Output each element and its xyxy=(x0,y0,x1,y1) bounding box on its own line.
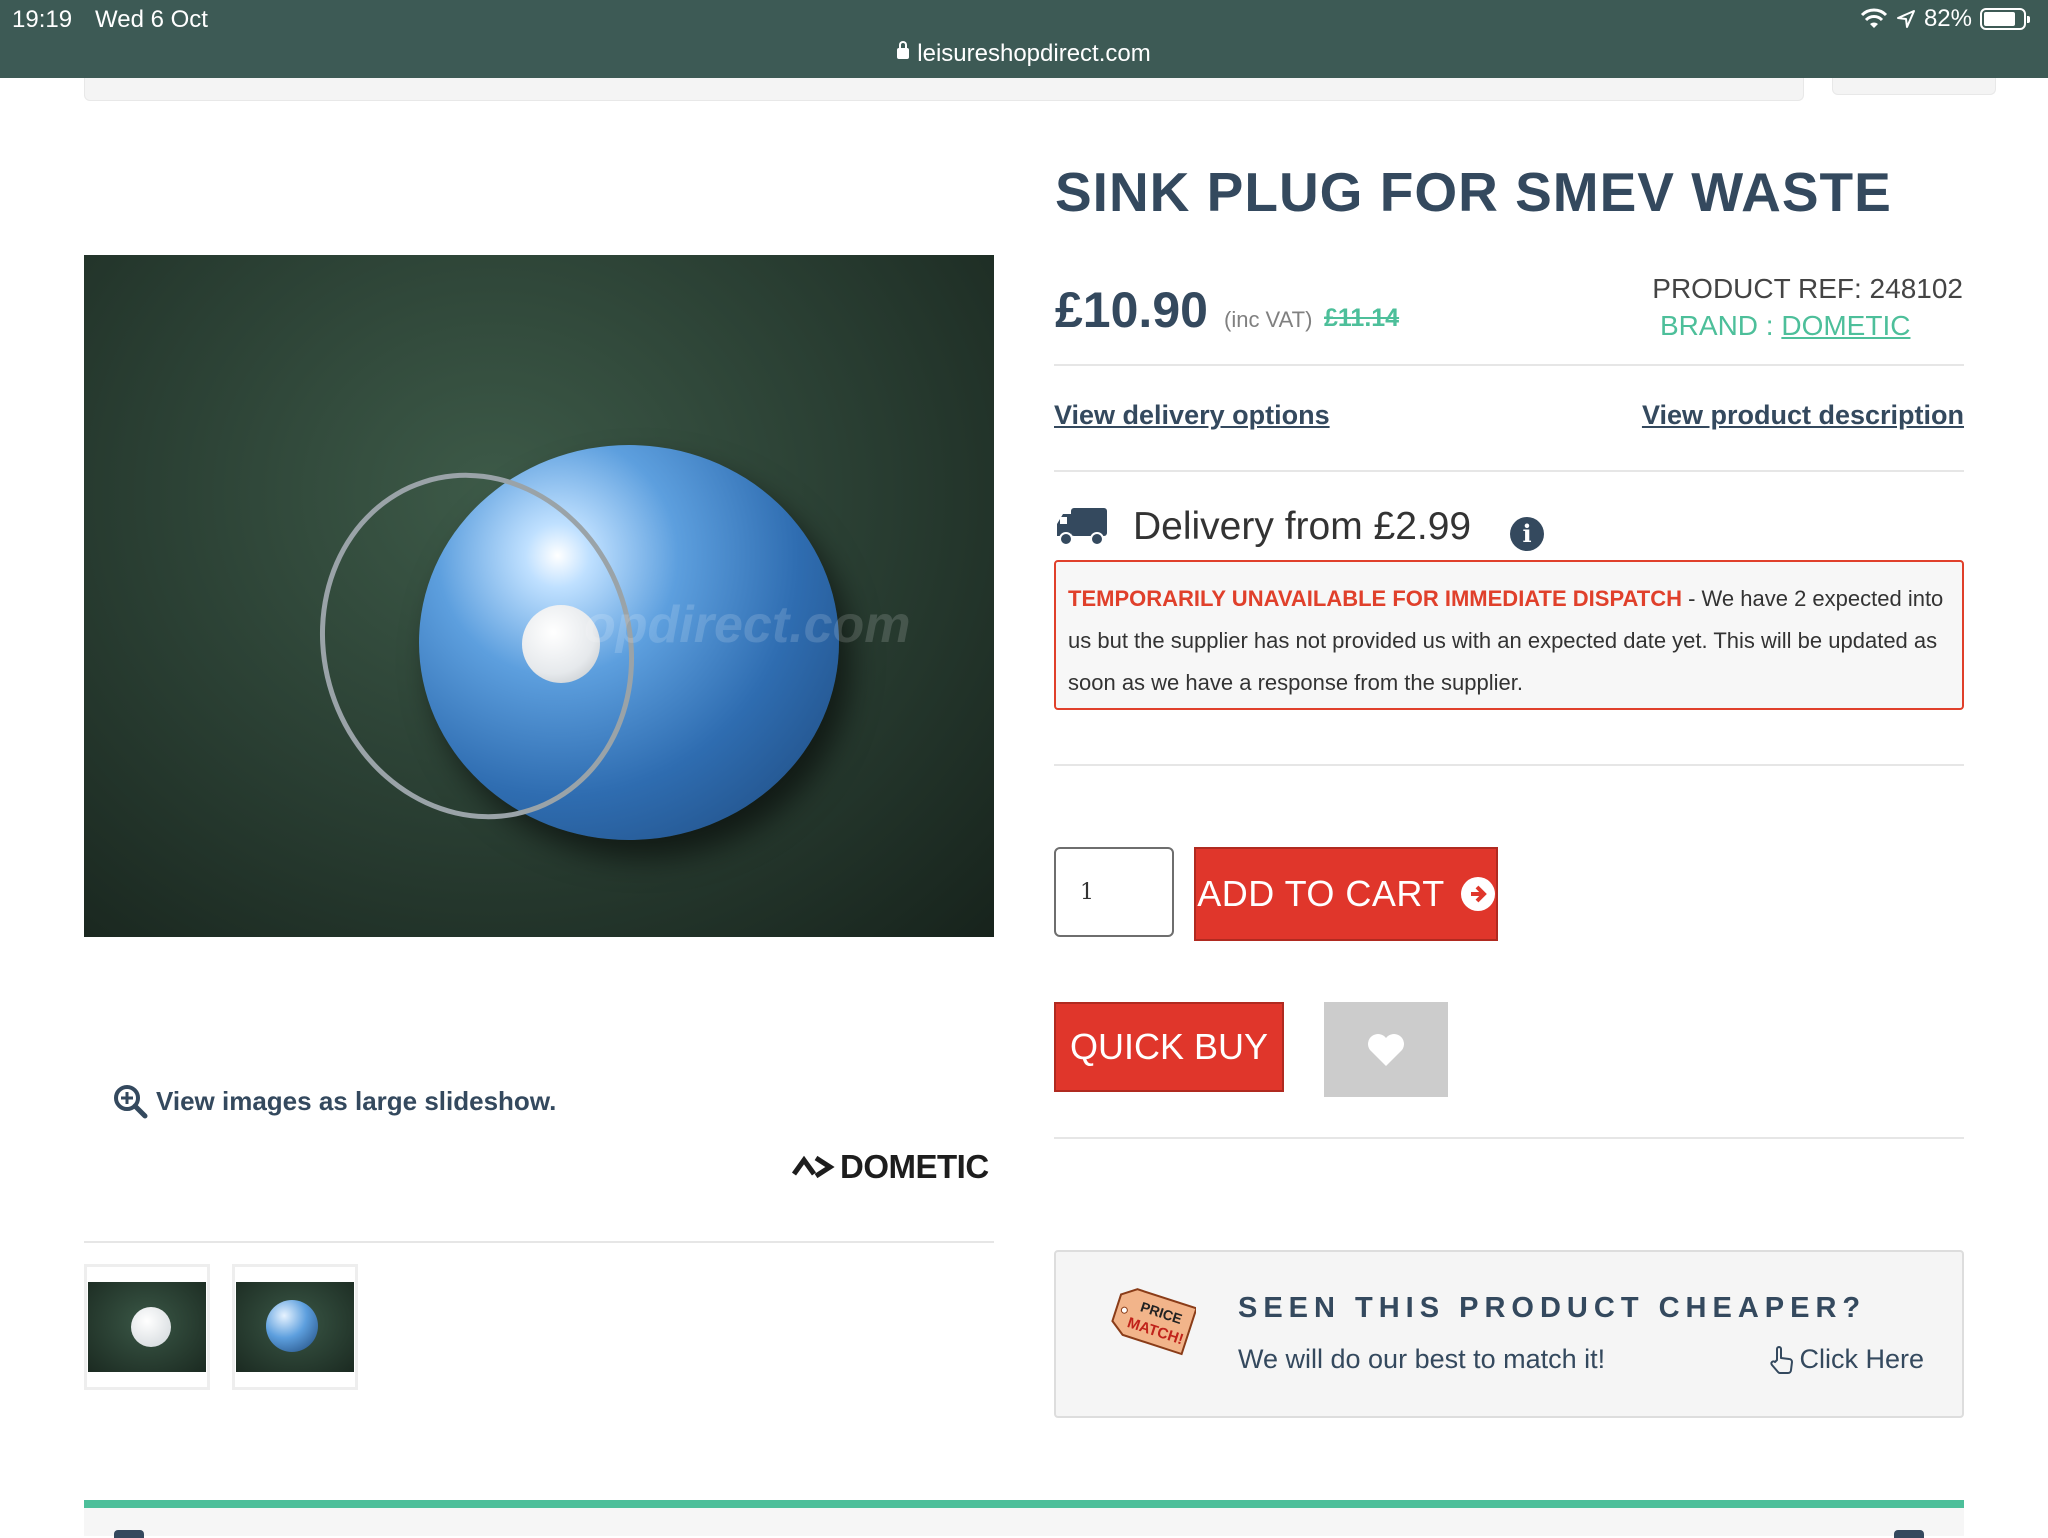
product-title: SINK PLUG FOR SMEV WASTE xyxy=(1055,161,1892,223)
price-match-tag-icon: PRICE MATCH! xyxy=(1111,1288,1196,1356)
bottom-panel-icon-right xyxy=(1894,1530,1924,1538)
wifi-icon xyxy=(1860,8,1888,28)
thumbnail-plug xyxy=(131,1307,171,1347)
delivery-text: Delivery from £2.99 xyxy=(1133,505,1472,548)
add-to-cart-button[interactable]: ADD TO CART xyxy=(1194,847,1498,941)
product-description-link[interactable]: View product description xyxy=(1642,400,1964,431)
status-time: 19:19 xyxy=(12,6,73,33)
arrow-right-circle-icon xyxy=(1460,877,1495,911)
divider xyxy=(1054,764,1964,766)
click-here-text: Click Here xyxy=(1799,1344,1924,1374)
brand-link[interactable]: DOMETIC xyxy=(1781,310,1910,341)
brand-logo[interactable]: DOMETIC xyxy=(792,1148,989,1186)
status-indicators: 82% xyxy=(1860,5,2030,33)
thumbnail-1[interactable] xyxy=(84,1264,210,1390)
delivery-options-link[interactable]: View delivery options xyxy=(1054,400,1330,431)
brand-label: BRAND : xyxy=(1660,310,1782,341)
gallery-divider xyxy=(84,1241,994,1243)
price-match-subtext: We will do our best to match it! xyxy=(1238,1344,1606,1374)
divider xyxy=(1054,364,1964,366)
vat-note: (inc VAT) xyxy=(1224,307,1313,332)
dometic-logo-mark-icon xyxy=(792,1155,835,1179)
address-bar[interactable]: leisureshopdirect.com xyxy=(0,40,2048,68)
quantity-input[interactable] xyxy=(1054,847,1174,937)
thumbnail-plug xyxy=(266,1300,318,1352)
image-watermark: opdirect.com xyxy=(584,596,911,654)
hand-pointer-icon xyxy=(1770,1345,1794,1374)
page-header-remnant xyxy=(84,78,1804,101)
heart-icon xyxy=(1368,1033,1404,1066)
url-text: leisureshopdirect.com xyxy=(917,40,1151,67)
page-header-remnant-right xyxy=(1832,78,1996,95)
slideshow-link-text: View images as large slideshow. xyxy=(156,1085,557,1116)
stock-warning: TEMPORARILY UNAVAILABLE FOR IMMEDIATE DI… xyxy=(1068,586,1682,611)
zoom-in-icon xyxy=(114,1085,148,1119)
stock-notice: TEMPORARILY UNAVAILABLE FOR IMMEDIATE DI… xyxy=(1054,560,1964,710)
truck-icon xyxy=(1057,508,1107,546)
price-match-heading: SEEN THIS PRODUCT CHEAPER? xyxy=(1238,1292,1867,1324)
product-brand: BRAND : DOMETIC xyxy=(1660,310,1910,342)
product-ref: PRODUCT REF: 248102 xyxy=(1652,273,1963,304)
price-match-box[interactable]: PRICE MATCH! SEEN THIS PRODUCT CHEAPER? … xyxy=(1054,1250,1964,1418)
quick-buy-button[interactable]: QUICK BUY xyxy=(1054,1002,1284,1092)
price-match-click-here[interactable]: Click Here xyxy=(1769,1344,1924,1375)
thumbnail-image xyxy=(236,1282,354,1372)
divider xyxy=(1054,1137,1964,1139)
bottom-panel-icon-left xyxy=(114,1530,144,1538)
delivery-info: Delivery from £2.99 xyxy=(1055,505,1471,549)
info-icon[interactable]: i xyxy=(1510,517,1544,551)
battery-icon xyxy=(1980,8,2030,30)
thumbnail-2[interactable] xyxy=(232,1264,358,1390)
old-price: £11.14 xyxy=(1324,304,1400,332)
status-date: Wed 6 Oct xyxy=(95,6,208,33)
bottom-panel xyxy=(84,1500,1964,1538)
wishlist-button[interactable] xyxy=(1324,1002,1448,1097)
slideshow-link[interactable]: View images as large slideshow. xyxy=(112,1083,556,1119)
add-to-cart-label: ADD TO CART xyxy=(1197,873,1445,914)
thumbnail-image xyxy=(88,1282,206,1372)
battery-percent: 82% xyxy=(1923,5,1972,32)
product-main-image[interactable]: opdirect.com xyxy=(84,255,994,937)
product-price: £10.90 xyxy=(1055,282,1208,338)
brand-logo-text: DOMETIC xyxy=(840,1148,989,1185)
browser-top-bar: 19:19 Wed 6 Oct 82% leisureshopdirect.co… xyxy=(0,0,2048,78)
divider xyxy=(1054,470,1964,472)
location-arrow-icon xyxy=(1896,10,1915,28)
lock-icon xyxy=(897,41,910,60)
